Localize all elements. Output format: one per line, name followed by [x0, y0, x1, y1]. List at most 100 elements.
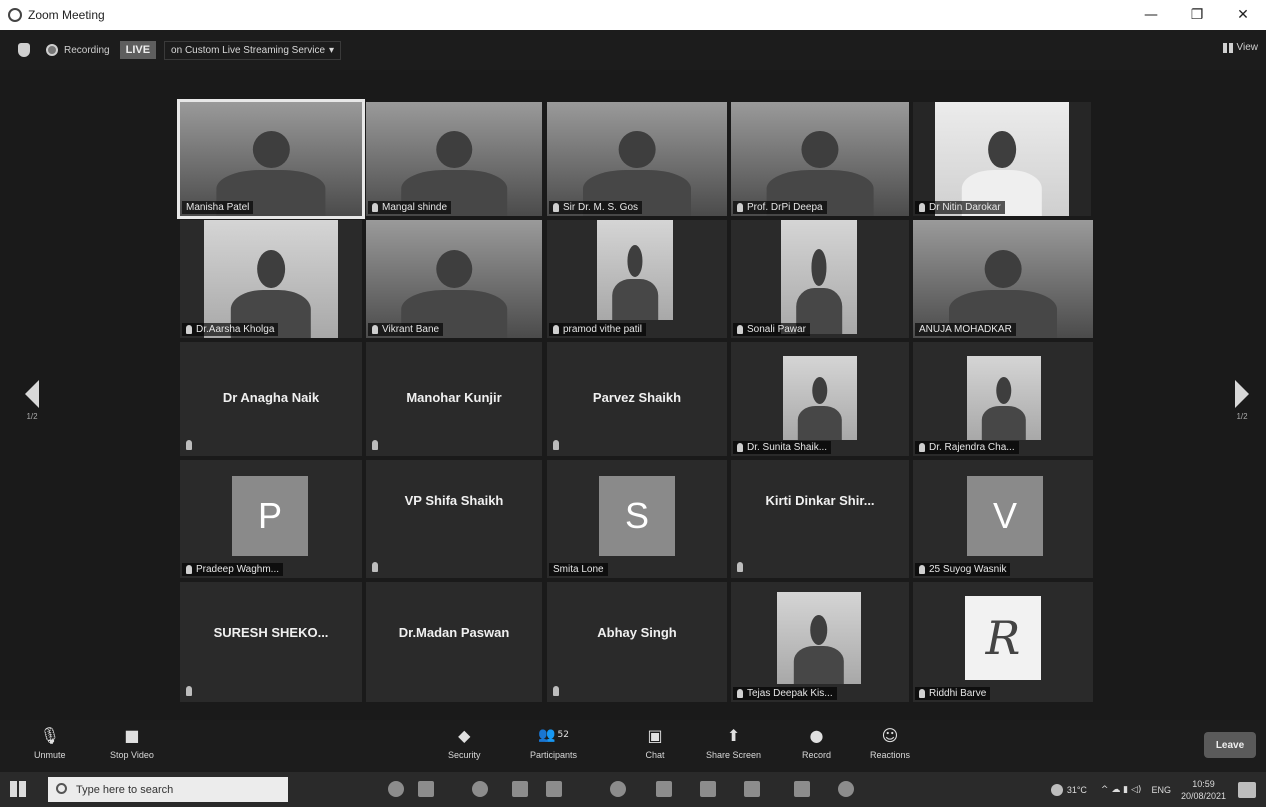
video-tile[interactable]: Dr Nitin Darokar: [913, 102, 1091, 216]
leave-button[interactable]: Leave: [1204, 732, 1256, 758]
participants-button[interactable]: 👥 52 Participants: [530, 724, 577, 760]
muted-mic-icon: [737, 324, 743, 334]
notification-icon[interactable]: [1238, 781, 1256, 798]
shield-icon: ◆: [458, 725, 471, 745]
system-tray: 31°C ^ ☁ ▮ ◁) ENG 10:59 20/08/2021: [1050, 772, 1266, 807]
shield-icon[interactable]: [18, 43, 30, 57]
record-button[interactable]: ● Record: [802, 724, 831, 761]
search-placeholder: Type here to search: [76, 783, 174, 796]
weather-widget[interactable]: 31°C: [1050, 783, 1087, 796]
participant-tile[interactable]: SURESH SHEKO...: [180, 582, 362, 702]
taskbar-search-box[interactable]: Type here to search: [48, 777, 288, 802]
participant-name: Mangal shinde: [368, 201, 452, 214]
video-tile[interactable]: ANUJA MOHADKAR: [913, 220, 1093, 338]
app-icon[interactable]: [700, 781, 716, 797]
next-page-button[interactable]: 1/2: [1232, 380, 1252, 421]
participant-tile[interactable]: S Smita Lone: [547, 460, 727, 578]
arrow-right-icon: [1235, 380, 1249, 408]
participant-name: Pradeep Waghm...: [182, 563, 284, 576]
video-camera-icon: ■: [124, 725, 140, 745]
video-feed: [366, 220, 542, 338]
app-icon[interactable]: [744, 781, 760, 797]
participant-name: Dr. Rajendra Cha...: [915, 441, 1019, 454]
task-view-icon[interactable]: [418, 781, 434, 797]
participant-name: Dr Nitin Darokar: [915, 201, 1005, 214]
clock-date: 20/08/2021: [1180, 790, 1226, 801]
muted-mic-icon: [737, 688, 743, 698]
participant-name: Dr. Sunita Shaik...: [733, 441, 832, 454]
participant-tile[interactable]: Tejas Deepak Kis...: [731, 582, 909, 702]
cortana-icon[interactable]: [388, 781, 404, 797]
language-indicator[interactable]: ENG: [1151, 785, 1171, 795]
app-icon[interactable]: [838, 781, 854, 797]
file-explorer-icon[interactable]: [512, 781, 528, 797]
profile-photo: [783, 356, 857, 440]
tray-icons[interactable]: ^ ☁ ▮ ◁): [1101, 785, 1142, 795]
maximize-button[interactable]: ❐: [1174, 0, 1220, 30]
participant-name: Dr.Madan Paswan: [398, 625, 510, 641]
video-tile[interactable]: Sir Dr. M. S. Gos: [547, 102, 727, 216]
participant-name: VP Shifa Shaikh: [404, 493, 504, 509]
participant-name: 25 Suyog Wasnik: [915, 563, 1011, 576]
video-tile[interactable]: Dr.Aarsha Kholga: [180, 220, 362, 338]
participant-tile[interactable]: Parvez Shaikh: [547, 342, 727, 456]
video-feed: [597, 220, 673, 320]
muted-mic-icon: [186, 440, 192, 450]
participant-name: Sonali Pawar: [733, 323, 810, 336]
video-tile[interactable]: Prof. DrPi Deepa: [731, 102, 909, 216]
participant-tile[interactable]: V 25 Suyog Wasnik: [913, 460, 1093, 578]
profile-photo: R: [965, 596, 1041, 680]
video-tile[interactable]: pramod vithe patil: [547, 220, 727, 338]
stop-video-button[interactable]: ■ Stop Video: [110, 724, 154, 761]
participant-tile[interactable]: Kirti Dinkar Shir...: [731, 460, 909, 578]
security-button[interactable]: ◆ Security: [448, 724, 481, 761]
clock[interactable]: 10:59 20/08/2021: [1181, 778, 1226, 802]
muted-mic-icon: [186, 564, 192, 574]
video-feed: [781, 220, 857, 334]
previous-page-button[interactable]: 1/2: [22, 380, 42, 421]
gallery-view: 1/2 1/2 Manisha Patel Mangal shinde Sir …: [0, 70, 1266, 720]
minimize-button[interactable]: —: [1128, 0, 1174, 30]
participant-name: Prof. DrPi Deepa: [733, 201, 827, 214]
chrome-browser-icon[interactable]: [610, 781, 626, 797]
chat-label: Chat: [645, 750, 665, 760]
chat-bubble-icon: ▣: [647, 725, 663, 745]
participant-tile[interactable]: Dr. Sunita Shaik...: [731, 342, 909, 456]
participant-tile[interactable]: Dr.Madan Paswan: [366, 582, 542, 702]
close-button[interactable]: ✕: [1220, 0, 1266, 30]
participant-tile[interactable]: Dr Anagha Naik: [180, 342, 362, 456]
avatar: P: [232, 476, 308, 556]
window-title: Zoom Meeting: [28, 8, 105, 22]
window-controls: — ❐ ✕: [1128, 0, 1266, 30]
reactions-button[interactable]: ☺ Reactions: [870, 724, 910, 761]
app-icon[interactable]: [794, 781, 810, 797]
avatar: V: [967, 476, 1043, 556]
edge-browser-icon[interactable]: [472, 781, 488, 797]
share-screen-button[interactable]: ⬆ Share Screen: [706, 724, 761, 761]
video-tile[interactable]: Vikrant Bane: [366, 220, 542, 338]
smiley-icon: ☺: [881, 725, 899, 745]
unmute-button[interactable]: 🎙 Unmute: [34, 724, 66, 761]
video-tile[interactable]: Manisha Patel: [177, 99, 365, 219]
muted-mic-icon: [372, 202, 378, 212]
muted-mic-icon: [372, 562, 378, 572]
video-tile[interactable]: Sonali Pawar: [731, 220, 909, 338]
video-tile[interactable]: Mangal shinde: [366, 102, 542, 216]
muted-mic-icon: [919, 202, 925, 212]
participant-tile[interactable]: VP Shifa Shaikh: [366, 460, 542, 578]
chat-button[interactable]: ▣ Chat: [644, 724, 666, 761]
participant-tile[interactable]: Manohar Kunjir: [366, 342, 542, 456]
windows-taskbar: Type here to search 31°C ^ ☁ ▮ ◁) ENG 10…: [0, 772, 1266, 807]
zoom-taskbar-icon[interactable]: [656, 781, 672, 797]
participant-tile[interactable]: P Pradeep Waghm...: [180, 460, 362, 578]
participant-tile[interactable]: Dr. Rajendra Cha...: [913, 342, 1093, 456]
windows-start-icon[interactable]: [10, 781, 26, 797]
participant-tile[interactable]: Abhay Singh: [547, 582, 727, 702]
unmute-label: Unmute: [34, 750, 66, 760]
view-button[interactable]: View: [1222, 42, 1258, 53]
participant-name: Dr.Aarsha Kholga: [182, 323, 279, 336]
word-app-icon[interactable]: [546, 781, 562, 797]
participant-tile[interactable]: R Riddhi Barve: [913, 582, 1093, 702]
participants-label: Participants: [530, 750, 578, 760]
stream-dropdown[interactable]: on Custom Live Streaming Service ▾: [164, 40, 342, 60]
